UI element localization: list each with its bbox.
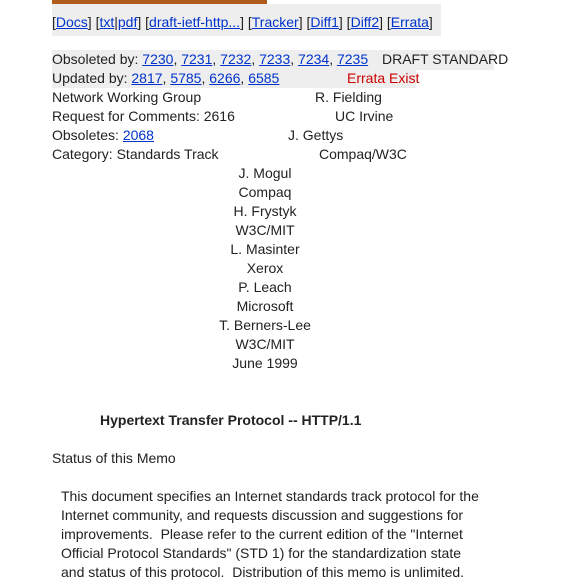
errata-link[interactable]: Errata: [391, 14, 429, 30]
paragraph-line: This document specifies an Internet stan…: [61, 488, 479, 504]
author-name: R. Fielding: [315, 89, 382, 105]
obsoleted-by-link[interactable]: 7231: [181, 51, 212, 67]
doc-nav-bar: [Docs] [txt|pdf] [draft-ietf-http...] [T…: [52, 14, 433, 30]
updated-by-label: Updated by:: [52, 70, 128, 86]
updated-by-line: Updated by: 2817, 5785, 6266, 6585: [52, 70, 280, 86]
status-paragraph: This document specifies an Internet stan…: [61, 487, 479, 582]
author-affiliation: Microsoft: [236, 298, 294, 314]
author-name: J. Gettys: [288, 127, 344, 143]
pdf-link[interactable]: pdf: [118, 14, 137, 30]
diff1-link[interactable]: Diff1: [310, 14, 339, 30]
paragraph-line: and status of this protocol. Distributio…: [61, 564, 465, 580]
author-affiliation: Compaq: [238, 184, 292, 200]
obsoleted-by-link[interactable]: 7230: [142, 51, 173, 67]
updated-by-link[interactable]: 2817: [131, 70, 162, 86]
rfc-number: Request for Comments: 2616: [52, 108, 235, 124]
document-title: Hypertext Transfer Protocol -- HTTP/1.1: [100, 412, 362, 428]
obsoletes-link[interactable]: 2068: [123, 127, 154, 143]
obsoleted-by-link[interactable]: 7235: [337, 51, 368, 67]
author-name: T. Berners-Lee: [219, 317, 311, 333]
author-affiliation: Xerox: [246, 260, 284, 276]
updated-by-link[interactable]: 6585: [248, 70, 279, 86]
draft-link[interactable]: draft-ietf-http...: [149, 14, 240, 30]
author-affiliation: Compaq/W3C: [319, 146, 407, 162]
updated-by-link[interactable]: 5785: [170, 70, 201, 86]
publication-date: June 1999: [232, 355, 298, 371]
draft-status: DRAFT STANDARD: [382, 51, 509, 67]
author-name: J. Mogul: [238, 165, 292, 181]
diff2-link[interactable]: Diff2: [351, 14, 380, 30]
author-name: L. Masinter: [230, 241, 300, 257]
author-affiliation: W3C/MIT: [235, 222, 295, 238]
paragraph-line: Internet community, and requests discuss…: [61, 507, 464, 523]
tracker-link[interactable]: Tracker: [252, 14, 299, 30]
obsoleted-by-label: Obsoleted by:: [52, 51, 139, 67]
obsoleted-by-link[interactable]: 7234: [298, 51, 329, 67]
errata-exist-label: Errata Exist: [347, 70, 420, 86]
obsoleted-by-link[interactable]: 7233: [259, 51, 290, 67]
obsoletes-line: Obsoletes: 2068: [52, 126, 154, 145]
obsoleted-by-link[interactable]: 7232: [220, 51, 251, 67]
author-affiliation: UC Irvine: [335, 108, 394, 124]
paragraph-line: Official Protocol Standards" (STD 1) for…: [61, 545, 462, 561]
paragraph-line: improvements. Please refer to the curren…: [61, 526, 463, 542]
working-group: Network Working Group: [52, 89, 202, 105]
obsoleted-by-line: Obsoleted by: 7230, 7231, 7232, 7233, 72…: [52, 51, 369, 67]
obsoletes-label: Obsoletes:: [52, 127, 119, 143]
author-name: P. Leach: [238, 279, 292, 295]
docs-link[interactable]: Docs: [56, 14, 88, 30]
category: Category: Standards Track: [52, 146, 219, 162]
author-name: H. Frystyk: [233, 203, 297, 219]
author-affiliation: W3C/MIT: [235, 336, 295, 352]
txt-link[interactable]: txt: [99, 14, 114, 30]
status-heading: Status of this Memo: [52, 450, 176, 466]
updated-by-link[interactable]: 6266: [209, 70, 240, 86]
